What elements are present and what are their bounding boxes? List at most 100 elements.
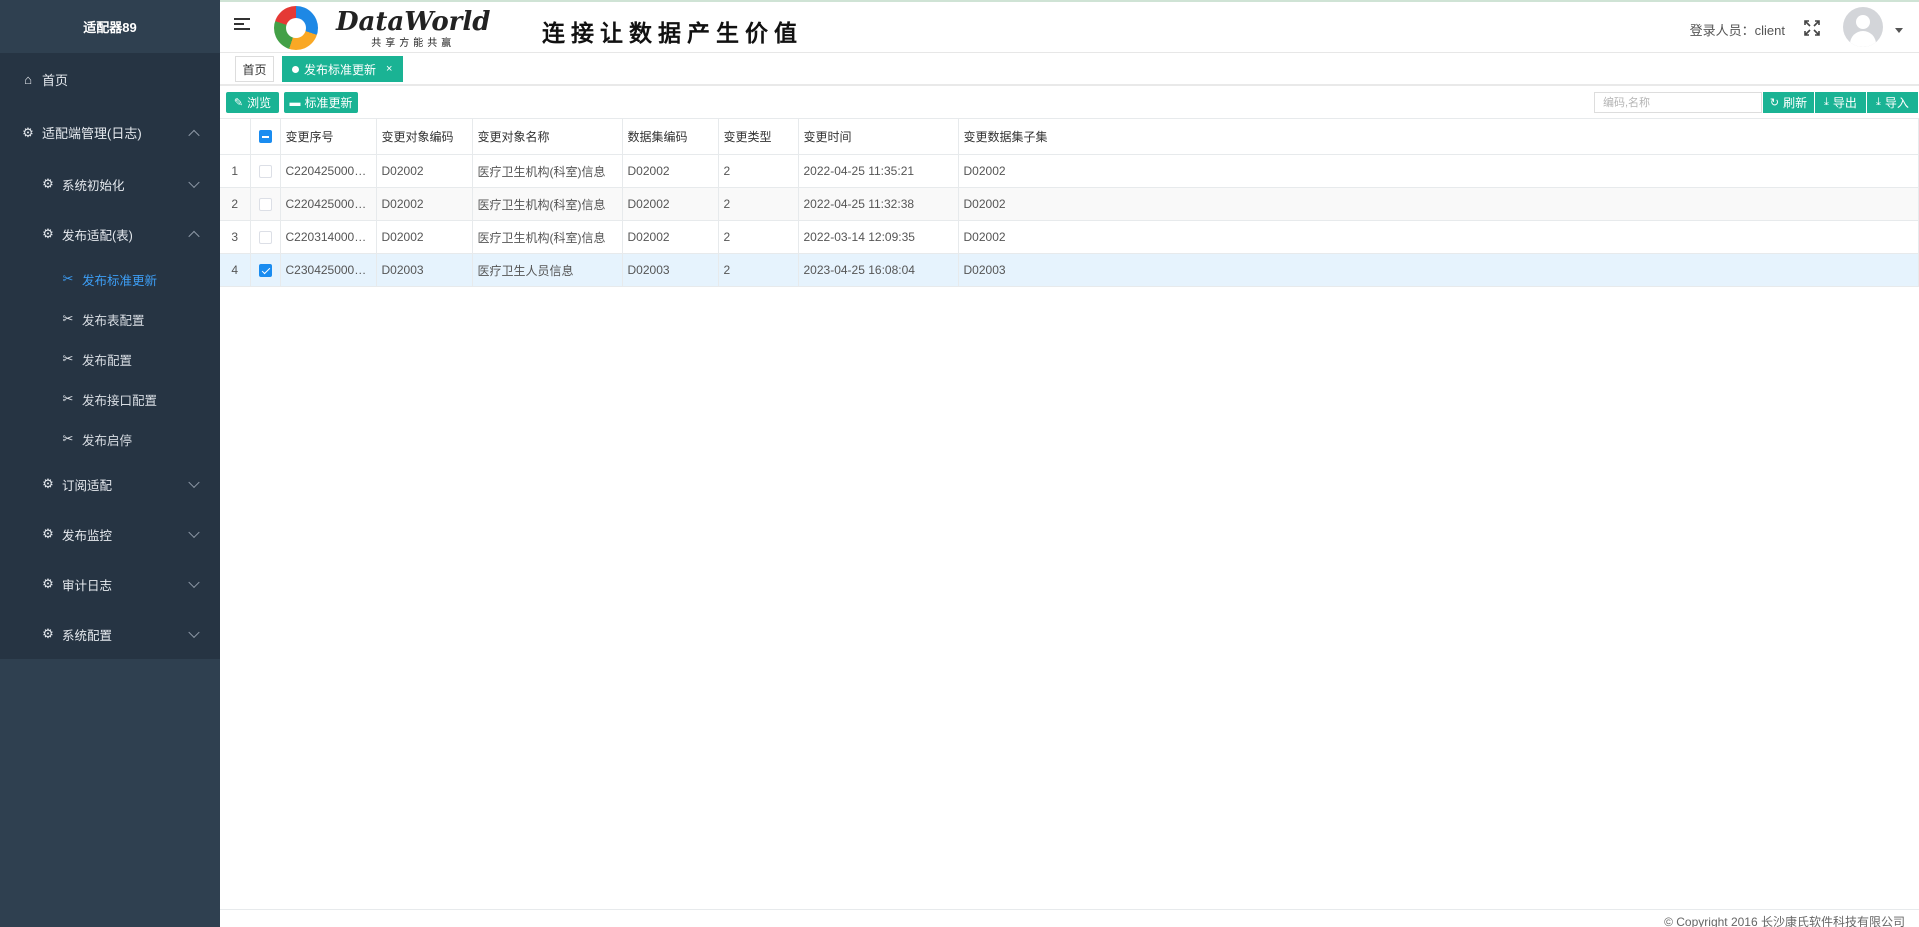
upload-icon: ⤓	[1876, 96, 1881, 108]
logo-text: DataWorld 共享方能共赢	[336, 8, 490, 49]
column-header[interactable]: 变更序号	[280, 118, 377, 155]
sidebar-item-audit-log[interactable]: ⚙ 审计日志	[0, 559, 220, 609]
cell-dataset-code: D02003	[622, 253, 719, 287]
sidebar-item-publish-adapter[interactable]: ⚙ 发布适配(表)	[0, 209, 220, 259]
sidebar-item-label: 适配端管理(日志)	[42, 126, 142, 141]
import-label: 导入	[1884, 96, 1909, 110]
browse-button[interactable]: ✎ 浏览	[226, 92, 279, 113]
sidebar-item-label: 发布启停	[82, 433, 133, 448]
table-row[interactable]: 3 C220314000… D02002 医疗卫生机构(科室)信息 D02002…	[220, 220, 1919, 254]
sidebar-item-publish-table-config[interactable]: ✂ 发布表配置	[0, 299, 220, 339]
column-header[interactable]: 变更对象编码	[376, 118, 473, 155]
cell-type: 2	[718, 220, 799, 254]
cell-subset: D02002	[958, 220, 1919, 254]
row-index: 2	[220, 187, 251, 221]
sidebar-item-label: 发布监控	[62, 528, 113, 543]
page-tabs: 首页 发布标准更新 ×	[220, 53, 1919, 86]
sidebar: 适配器89 ⌂ 首页 ⚙ 适配端管理(日志) ⚙ 系统初始化 ⚙ 发布适配(表)…	[0, 0, 220, 927]
refresh-button[interactable]: ↻ 刷新	[1763, 92, 1814, 113]
cell-obj-code: D02002	[376, 154, 473, 188]
chevron-down-icon	[188, 576, 200, 589]
table-row[interactable]: 4 C230425000… D02003 医疗卫生人员信息 D02003 2 2…	[220, 253, 1919, 287]
cell-time: 2022-03-14 12:09:35	[798, 220, 959, 254]
row-select-cell[interactable]	[250, 187, 281, 221]
standard-update-button[interactable]: ▬ 标准更新	[284, 92, 358, 113]
sidebar-item-label: 订阅适配	[62, 478, 113, 493]
cell-dataset-code: D02002	[622, 220, 719, 254]
browse-label: 浏览	[247, 96, 272, 110]
row-index: 1	[220, 154, 251, 188]
cell-obj-name: 医疗卫生人员信息	[472, 253, 623, 287]
row-checkbox[interactable]	[258, 164, 272, 178]
import-button[interactable]: ⤓ 导入	[1867, 92, 1918, 113]
sidebar-item-system-config[interactable]: ⚙ 系统配置	[0, 609, 220, 659]
gear-icon: ⚙	[42, 626, 54, 641]
refresh-label: 刷新	[1783, 96, 1808, 110]
cell-type: 2	[718, 154, 799, 188]
search-input[interactable]	[1594, 92, 1762, 113]
table-row[interactable]: 2 C220425000… D02002 医疗卫生机构(科室)信息 D02002…	[220, 187, 1919, 221]
sidebar-section-adapter-management[interactable]: ⚙ 适配端管理(日志)	[0, 106, 220, 159]
avatar[interactable]	[1843, 7, 1883, 47]
cell-seq: C220314000…	[280, 220, 377, 254]
tab-publish-standard-update[interactable]: 发布标准更新 ×	[282, 56, 403, 82]
row-select-cell[interactable]	[250, 154, 281, 188]
column-header[interactable]: 数据集编码	[622, 118, 719, 155]
sidebar-menu: 适配器89 ⌂ 首页 ⚙ 适配端管理(日志) ⚙ 系统初始化 ⚙ 发布适配(表)…	[0, 0, 220, 659]
cell-obj-name: 医疗卫生机构(科室)信息	[472, 154, 623, 188]
tab-home[interactable]: 首页	[235, 56, 274, 82]
gear-icon: ⚙	[42, 526, 54, 541]
export-button[interactable]: ⤓ 导出	[1815, 92, 1866, 113]
standard-update-label: 标准更新	[304, 96, 353, 110]
row-select-cell[interactable]	[250, 220, 281, 254]
row-checkbox[interactable]	[258, 263, 272, 277]
row-checkbox[interactable]	[258, 230, 272, 244]
cell-obj-name: 医疗卫生机构(科室)信息	[472, 187, 623, 221]
footer: © Copyright 2016 长沙康氏软件科技有限公司	[220, 909, 1919, 927]
chevron-down-icon	[188, 526, 200, 539]
column-header[interactable]: 变更对象名称	[472, 118, 623, 155]
logged-in-user: 登录人员：client	[1689, 23, 1785, 38]
gear-icon: ⚙	[22, 124, 34, 140]
chevron-down-icon	[188, 476, 200, 489]
table-row[interactable]: 1 C220425000… D02002 医疗卫生机构(科室)信息 D02002…	[220, 154, 1919, 188]
ticket-icon: ▬	[289, 96, 301, 109]
chevron-down-icon	[188, 626, 200, 639]
sidebar-item-publish-monitor[interactable]: ⚙ 发布监控	[0, 509, 220, 559]
cell-dataset-code: D02002	[622, 187, 719, 221]
active-dot-icon	[292, 65, 299, 73]
sidebar-item-label: 发布标准更新	[82, 273, 158, 288]
tools-icon: ✂	[62, 271, 74, 286]
toolbar: ✎ 浏览 ▬ 标准更新 ↻ 刷新 ⤓ 导出 ⤓ 导入	[220, 88, 1919, 118]
fullscreen-icon[interactable]	[1803, 19, 1821, 37]
sidebar-item-publish-standard-update[interactable]: ✂ 发布标准更新	[0, 259, 220, 299]
column-header[interactable]: 变更类型	[718, 118, 799, 155]
header-index	[220, 118, 251, 155]
header-select-all[interactable]	[250, 118, 281, 155]
sidebar-item-publish-interface-config[interactable]: ✂ 发布接口配置	[0, 379, 220, 419]
sidebar-item-system-init[interactable]: ⚙ 系统初始化	[0, 159, 220, 209]
cell-subset: D02002	[958, 187, 1919, 221]
tools-icon: ✂	[62, 351, 74, 366]
gear-icon: ⚙	[42, 226, 54, 241]
close-icon[interactable]: ×	[386, 63, 392, 75]
cell-seq: C230425000…	[280, 253, 377, 287]
select-all-checkbox[interactable]	[258, 130, 272, 143]
row-checkbox[interactable]	[258, 197, 272, 211]
caret-down-icon[interactable]	[1895, 28, 1903, 33]
row-index: 4	[220, 253, 251, 287]
slogan: 连接让数据产生价值	[542, 20, 803, 47]
sidebar-item-home[interactable]: ⌂ 首页	[0, 53, 220, 106]
sidebar-item-label: 审计日志	[62, 578, 113, 593]
row-select-cell[interactable]	[250, 253, 281, 287]
cell-type: 2	[718, 253, 799, 287]
sidebar-item-label: 首页	[42, 73, 69, 88]
cell-obj-name: 医疗卫生机构(科室)信息	[472, 220, 623, 254]
sidebar-item-publish-config[interactable]: ✂ 发布配置	[0, 339, 220, 379]
column-header[interactable]: 变更时间	[798, 118, 959, 155]
sidebar-item-publish-start-stop[interactable]: ✂ 发布启停	[0, 419, 220, 459]
menu-toggle-icon[interactable]	[234, 18, 250, 32]
cell-obj-code: D02003	[376, 253, 473, 287]
column-header[interactable]: 变更数据集子集	[958, 118, 1919, 155]
sidebar-item-subscribe-adapter[interactable]: ⚙ 订阅适配	[0, 459, 220, 509]
